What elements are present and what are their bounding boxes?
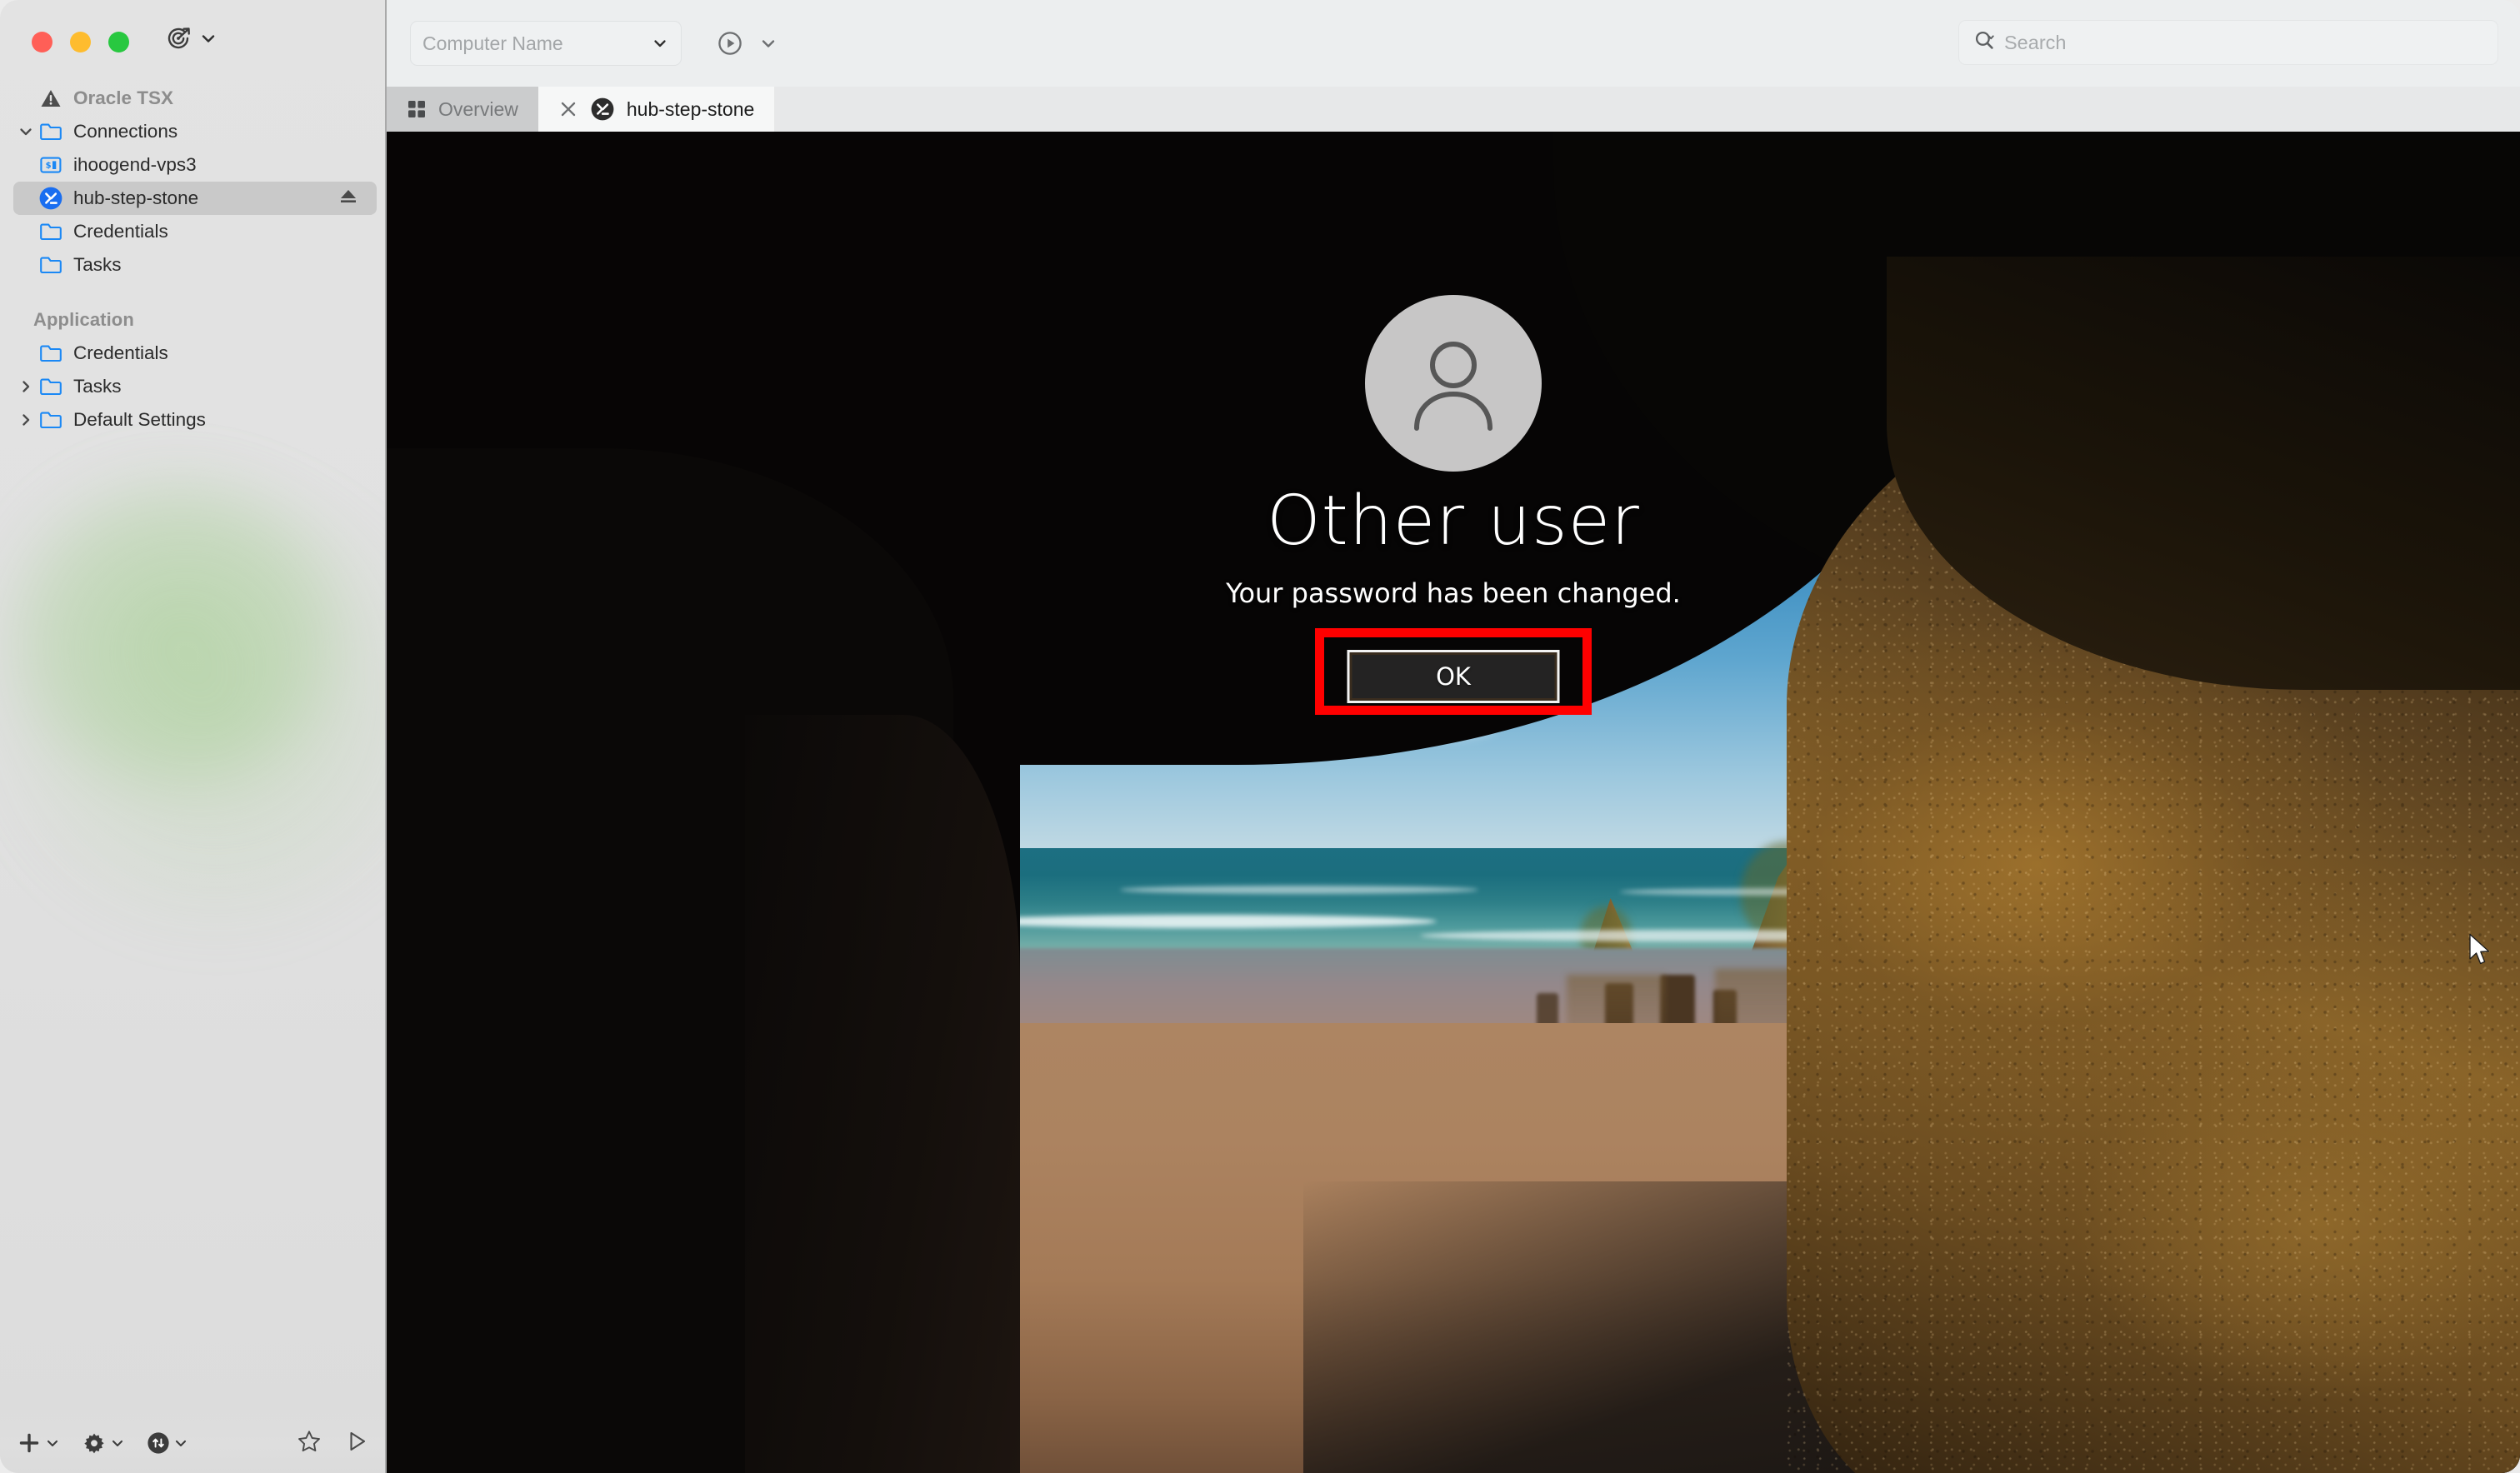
tree-item-label: Credentials bbox=[73, 342, 168, 363]
chevron-down-icon bbox=[199, 29, 218, 47]
tab-hub-step-stone[interactable]: hub-step-stone bbox=[538, 87, 775, 132]
avatar bbox=[1365, 295, 1542, 472]
file-transfer-button[interactable] bbox=[147, 1431, 188, 1455]
favorite-star-button[interactable] bbox=[297, 1429, 322, 1458]
folder-icon bbox=[37, 122, 65, 142]
connection-tree: Oracle TSX Connections $ ihoogend-vps3 h… bbox=[0, 82, 387, 437]
tree-section-gap bbox=[0, 282, 387, 303]
chevron-down-icon[interactable] bbox=[758, 33, 778, 53]
chevron-down-icon bbox=[110, 1436, 125, 1451]
transfer-arrows-icon bbox=[147, 1431, 170, 1455]
folder-icon bbox=[37, 410, 65, 430]
search-placeholder: Search bbox=[2004, 31, 2067, 53]
folder-icon bbox=[37, 222, 65, 242]
tree-root-oracle-tsx[interactable]: Oracle TSX bbox=[0, 82, 387, 115]
chevron-down-icon bbox=[45, 1436, 60, 1451]
chevron-down-icon bbox=[173, 1436, 188, 1451]
sidebar-divider bbox=[385, 0, 387, 1473]
main-pane: Computer Name Search Overview hub-step-s… bbox=[387, 0, 2520, 1473]
sidebar-bottom-toolbar bbox=[0, 1413, 387, 1473]
sidebar-background-tint bbox=[0, 358, 387, 1008]
tree-item-label: Tasks bbox=[73, 253, 122, 275]
close-window-button[interactable] bbox=[32, 32, 52, 52]
tree-item-tasks[interactable]: Tasks bbox=[0, 248, 387, 282]
warning-triangle-icon bbox=[37, 87, 65, 109]
tree-item-connections[interactable]: Connections bbox=[0, 115, 387, 148]
tree-item-label: Credentials bbox=[73, 220, 168, 242]
folder-icon bbox=[37, 255, 65, 275]
play-circle-button[interactable] bbox=[715, 28, 745, 58]
add-button[interactable] bbox=[17, 1431, 60, 1456]
minimize-window-button[interactable] bbox=[70, 32, 91, 52]
tree-item-hub-step-stone[interactable]: hub-step-stone bbox=[13, 182, 377, 215]
tree-item-app-tasks[interactable]: Tasks bbox=[0, 370, 387, 403]
maximize-window-button[interactable] bbox=[108, 32, 129, 52]
ok-button-label: OK bbox=[1436, 662, 1471, 691]
tab-label: hub-step-stone bbox=[626, 97, 755, 120]
tree-item-label: Tasks bbox=[73, 375, 122, 397]
refresh-dropdown-button[interactable] bbox=[163, 23, 218, 53]
sidebar: Oracle TSX Connections $ ihoogend-vps3 h… bbox=[0, 0, 387, 1473]
user-silhouette-icon bbox=[1398, 328, 1508, 438]
tree-item-label: Default Settings bbox=[73, 408, 206, 430]
tree-item-label: hub-step-stone bbox=[73, 187, 199, 208]
rdp-session-icon: $ bbox=[37, 155, 65, 175]
target-refresh-icon bbox=[163, 23, 193, 53]
chevron-right-icon[interactable] bbox=[15, 412, 37, 428]
folder-icon bbox=[37, 377, 65, 397]
chevron-right-icon[interactable] bbox=[15, 378, 37, 395]
surf-line bbox=[1120, 886, 1478, 894]
search-icon bbox=[1972, 28, 1998, 57]
chevron-down-icon[interactable] bbox=[15, 123, 37, 140]
toolbar: Computer Name Search bbox=[387, 0, 2520, 87]
folder-icon bbox=[37, 343, 65, 363]
settings-button[interactable] bbox=[82, 1431, 125, 1456]
tree-item-ihoogend-vps3[interactable]: $ ihoogend-vps3 bbox=[0, 148, 387, 182]
tab-label: Overview bbox=[438, 97, 518, 120]
tree-item-credentials[interactable]: Credentials bbox=[0, 215, 387, 248]
ssh-session-icon bbox=[37, 186, 65, 211]
section-label: Application bbox=[33, 309, 134, 330]
ssh-session-icon bbox=[590, 97, 615, 122]
run-play-button[interactable] bbox=[347, 1430, 368, 1457]
svg-text:$: $ bbox=[46, 162, 52, 171]
eject-icon[interactable] bbox=[338, 187, 358, 210]
surf-line bbox=[970, 915, 1437, 928]
search-input[interactable]: Search bbox=[1958, 20, 2498, 65]
remote-session-viewport[interactable]: Other user Your password has been change… bbox=[387, 132, 2520, 1473]
gear-icon bbox=[82, 1431, 107, 1456]
tree-item-default-settings[interactable]: Default Settings bbox=[0, 403, 387, 437]
app-window: Oracle TSX Connections $ ihoogend-vps3 h… bbox=[0, 0, 2520, 1473]
ok-button-inner-border: OK bbox=[1349, 652, 1558, 701]
plus-icon bbox=[17, 1431, 42, 1456]
tree-root-label: Oracle TSX bbox=[73, 87, 174, 108]
grid-icon bbox=[407, 99, 427, 119]
tab-bar: Overview hub-step-stone bbox=[387, 87, 2520, 132]
run-session-controls bbox=[715, 28, 778, 58]
tree-item-label: ihoogend-vps3 bbox=[73, 153, 197, 175]
cave-left-column bbox=[745, 715, 1020, 1473]
tree-section-application: Application bbox=[0, 303, 387, 337]
computer-name-input[interactable]: Computer Name bbox=[410, 21, 682, 66]
tree-item-app-credentials[interactable]: Credentials bbox=[0, 337, 387, 370]
chevron-down-icon[interactable] bbox=[651, 34, 669, 52]
ok-button[interactable]: OK bbox=[1347, 650, 1560, 703]
window-traffic-lights bbox=[32, 32, 129, 52]
computer-name-placeholder: Computer Name bbox=[422, 32, 563, 54]
sidebar-bottom-right-actions bbox=[297, 1429, 368, 1458]
tab-overview[interactable]: Overview bbox=[387, 87, 538, 132]
tree-item-label: Connections bbox=[73, 120, 178, 142]
close-icon[interactable] bbox=[558, 99, 578, 119]
